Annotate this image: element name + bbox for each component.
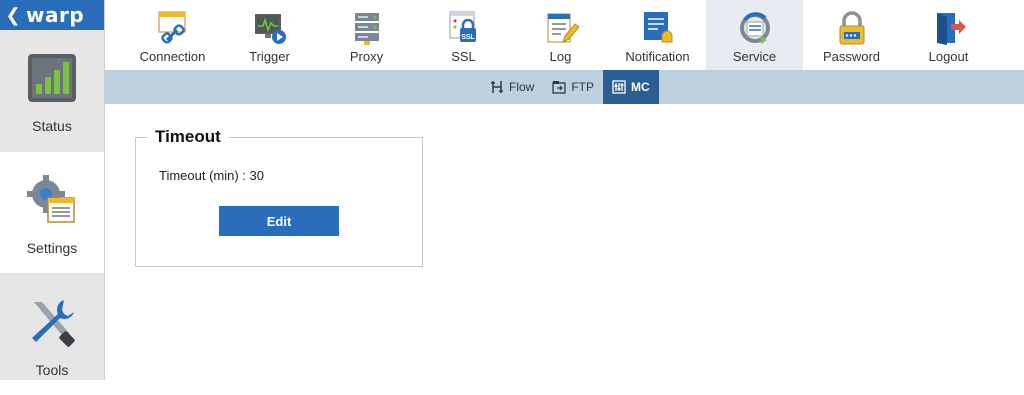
tool-logout[interactable]: Logout <box>900 0 997 70</box>
sidebar-item-tools[interactable]: Tools <box>0 274 104 395</box>
tool-label: Log <box>549 49 572 64</box>
tool-proxy[interactable]: Proxy <box>318 0 415 70</box>
tool-notification[interactable]: Notification <box>609 0 706 70</box>
timeout-fieldset <box>135 137 423 267</box>
chart-icon <box>28 54 76 102</box>
subtab-label: FTP <box>571 80 595 94</box>
tool-label: Notification <box>625 49 690 64</box>
ftp-icon <box>552 81 566 94</box>
tool-log[interactable]: Log <box>512 0 609 70</box>
timeout-value: 30 <box>249 168 265 183</box>
server-icon <box>354 13 379 45</box>
tool-label: Password <box>822 49 881 64</box>
tool-label: Connection <box>139 49 206 64</box>
sidebar-item-label: Status <box>32 118 72 134</box>
tool-label: Logout <box>928 49 969 64</box>
subtab-label: MC <box>631 80 650 94</box>
sidebar-item-label: Tools <box>35 362 69 378</box>
wrench-screwdriver-icon <box>32 300 75 347</box>
sidebar: ❮ warp Status Settings Tools <box>0 0 105 380</box>
edit-button[interactable]: Edit <box>219 206 339 236</box>
tool-trigger[interactable]: Trigger <box>221 0 318 70</box>
document-bell-icon <box>643 12 672 43</box>
tool-connection[interactable]: Connection <box>124 0 221 70</box>
tool-label: Proxy <box>349 49 384 64</box>
timeout-row: Timeout (min) : 30 <box>159 168 264 183</box>
flow-icon <box>491 81 503 93</box>
tool-label: Service <box>732 49 777 64</box>
chain-link-icon <box>158 11 185 44</box>
fieldset-legend: Timeout <box>148 127 228 147</box>
subtab-flow[interactable]: Flow <box>481 70 543 104</box>
tool-label: Trigger <box>249 49 290 64</box>
back-chevron-icon[interactable]: ❮ <box>0 5 26 26</box>
brand-logo-text: warp <box>26 3 85 27</box>
ssl-lock-icon: SSL <box>449 11 476 42</box>
notepad-pencil-icon <box>547 13 579 43</box>
brand-header[interactable]: ❮ warp <box>0 0 104 30</box>
service-cycle-icon <box>739 12 770 44</box>
sidebar-item-status[interactable]: Status <box>0 30 104 151</box>
svg-text:SSL: SSL <box>461 34 475 41</box>
door-exit-icon <box>936 13 966 45</box>
sidebar-item-label: Settings <box>26 240 78 256</box>
tool-service[interactable]: Service <box>706 0 803 70</box>
mc-sliders-icon <box>612 80 626 94</box>
tool-password[interactable]: Password <box>803 0 900 70</box>
subtab-label: Flow <box>509 80 535 94</box>
tool-ssl[interactable]: SSL SSL <box>415 0 512 70</box>
timeout-key: Timeout (min) : <box>159 168 246 183</box>
sub-navigation: Flow FTP MC <box>105 70 1024 104</box>
tool-label: SSL <box>451 49 476 64</box>
subtab-mc[interactable]: MC <box>603 70 659 104</box>
monitor-play-icon <box>254 14 286 44</box>
sidebar-item-settings[interactable]: Settings <box>0 152 104 273</box>
top-toolbar: Connection Trigger Proxy SSL SSL Log Not… <box>124 0 1024 70</box>
padlock-icon <box>839 11 864 45</box>
subtab-ftp[interactable]: FTP <box>543 70 603 104</box>
gear-document-icon <box>27 175 75 223</box>
